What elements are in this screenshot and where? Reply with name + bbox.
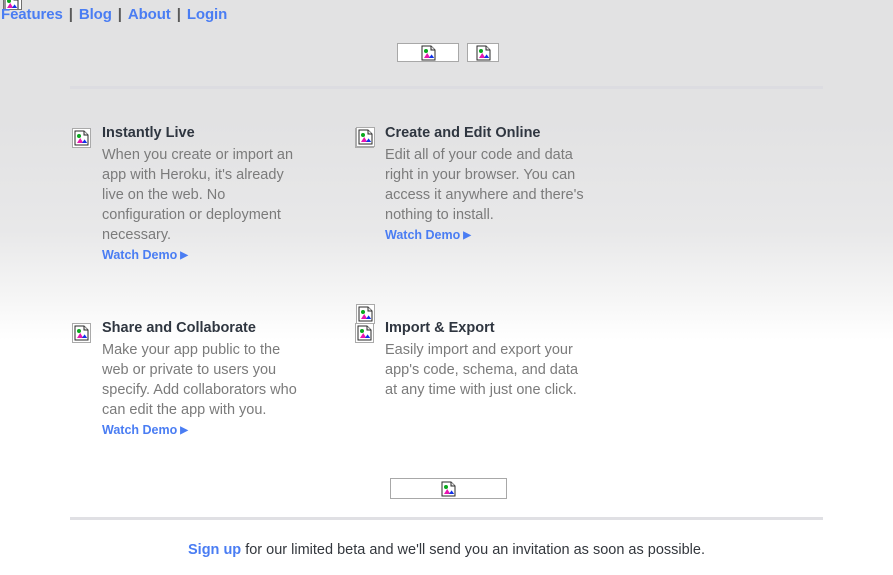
feature-create-and-edit-online: Create and Edit Online Edit all of your … [355, 124, 655, 265]
feature-description: Easily import and export your app's code… [385, 340, 593, 400]
nav-separator: | [64, 6, 78, 23]
hero-media-placeholder-2[interactable] [467, 43, 499, 62]
play-triangle-icon: ▶ [177, 250, 188, 261]
divider-bottom [70, 517, 823, 520]
play-triangle-icon: ▶ [177, 425, 188, 436]
feature-body: Instantly Live When you create or import… [102, 124, 307, 265]
feature-import-and-export: Import & Export Easily import and export… [355, 319, 655, 440]
feature-title: Import & Export [385, 319, 593, 337]
feature-title: Share and Collaborate [102, 319, 307, 337]
sign-up-link[interactable]: Sign up [188, 542, 241, 558]
feature-description: When you create or import an app with He… [102, 145, 307, 245]
feature-body: Create and Edit Online Edit all of your … [385, 124, 593, 245]
watch-demo-link[interactable]: Watch Demo▶ [102, 246, 188, 265]
feature-grid: Instantly Live When you create or import… [72, 124, 832, 440]
watch-demo-link[interactable]: Watch Demo▶ [385, 226, 471, 245]
watch-demo-label: Watch Demo [102, 423, 177, 437]
top-navigation: Features | Blog | About | Login [0, 3, 228, 25]
feature-title: Create and Edit Online [385, 124, 593, 142]
feature-instantly-live: Instantly Live When you create or import… [72, 124, 355, 265]
watch-demo-label: Watch Demo [385, 228, 460, 242]
nav-item-features[interactable]: Features [0, 6, 64, 23]
feature-row-2: Share and Collaborate Make your app publ… [72, 319, 832, 440]
bottom-media-placeholder[interactable] [390, 478, 507, 499]
broken-image-icon [355, 323, 374, 343]
feature-description: Edit all of your code and data right in … [385, 145, 593, 225]
nav-separator: | [172, 6, 186, 23]
nav-separator: | [113, 6, 127, 23]
watch-demo-label: Watch Demo [102, 248, 177, 262]
broken-image-icon [72, 128, 91, 148]
broken-image-icon [72, 323, 91, 343]
feature-body: Share and Collaborate Make your app publ… [102, 319, 307, 440]
divider-top [70, 86, 823, 89]
hero-media-row [397, 43, 499, 62]
footer-text: for our limited beta and we'll send you … [241, 542, 705, 558]
watch-demo-link[interactable]: Watch Demo▶ [102, 421, 188, 440]
broken-image-icon [421, 45, 436, 61]
nav-item-about[interactable]: About [127, 6, 172, 23]
footer-signup: Sign up for our limited beta and we'll s… [0, 540, 893, 560]
feature-body: Import & Export Easily import and export… [385, 319, 593, 400]
feature-title: Instantly Live [102, 124, 307, 142]
feature-share-and-collaborate: Share and Collaborate Make your app publ… [72, 319, 355, 440]
broken-image-icon [356, 127, 375, 147]
play-triangle-icon: ▶ [460, 230, 471, 241]
broken-image-icon [476, 45, 491, 61]
nav-item-login[interactable]: Login [186, 6, 228, 23]
feature-row-1: Instantly Live When you create or import… [72, 124, 832, 265]
broken-image-icon [356, 304, 375, 324]
broken-image-icon [441, 481, 456, 497]
page-background: Features | Blog | About | Login [0, 0, 893, 575]
nav-item-blog[interactable]: Blog [78, 6, 113, 23]
feature-description: Make your app public to the web or priva… [102, 340, 307, 420]
hero-media-placeholder-1[interactable] [397, 43, 459, 62]
